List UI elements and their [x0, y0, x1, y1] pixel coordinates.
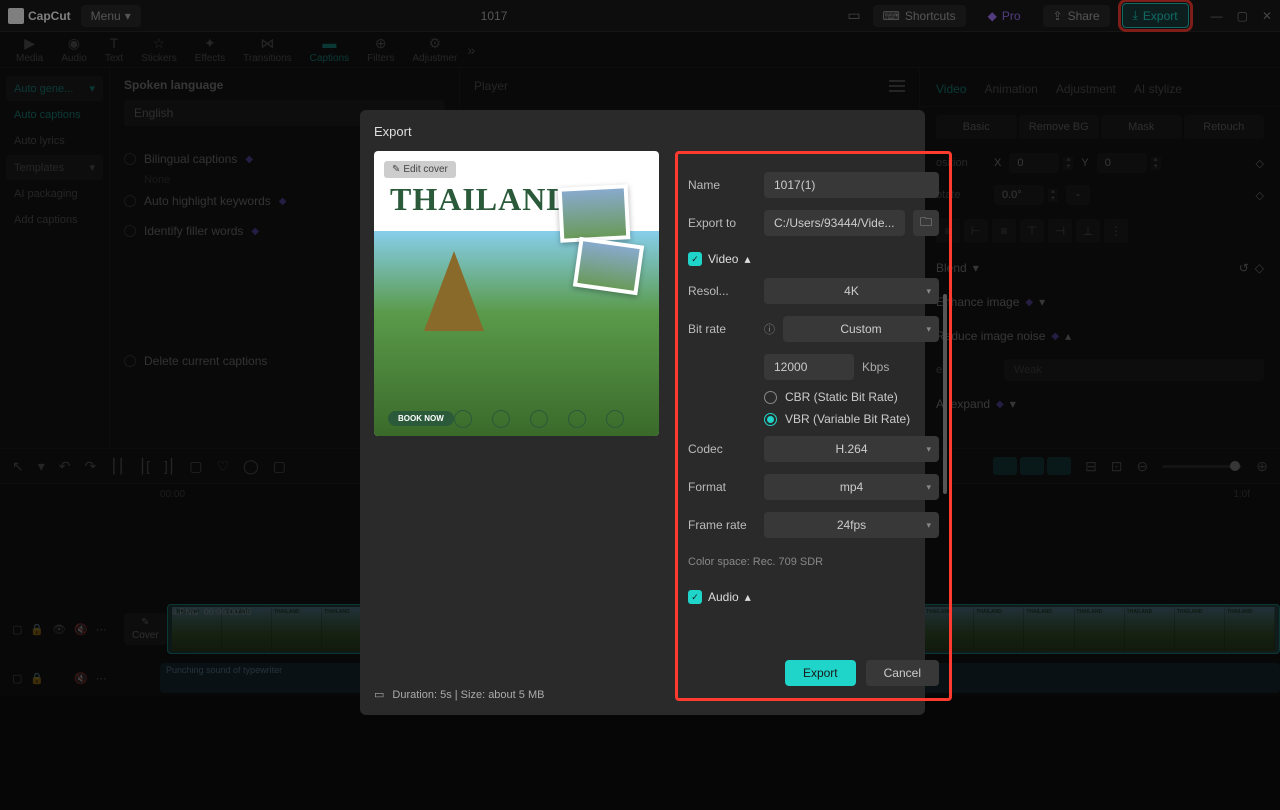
- modal-footer: Export Cancel: [688, 610, 939, 686]
- scrollbar[interactable]: [943, 294, 947, 494]
- export-modal: Export ✎Edit cover THAILAND BOOK NOW ▭ D…: [360, 110, 925, 715]
- export-confirm-button[interactable]: Export: [785, 660, 856, 686]
- resolution-select[interactable]: 4K: [764, 278, 939, 304]
- bitrate-input[interactable]: [764, 354, 854, 380]
- codec-row: Codec H.264: [688, 430, 939, 468]
- checkbox-checked-icon: ✓: [688, 590, 702, 604]
- video-section-toggle[interactable]: ✓ Video ▴: [688, 242, 939, 272]
- folder-button[interactable]: 🗀: [913, 210, 939, 236]
- name-row: Name: [688, 166, 939, 204]
- vbr-radio-row[interactable]: VBR (Variable Bit Rate): [688, 408, 939, 430]
- info-icon[interactable]: ⓘ: [764, 321, 775, 337]
- radio-checked-icon: [764, 413, 777, 426]
- cover-icons: [454, 410, 645, 428]
- film-icon: ▭: [374, 688, 384, 701]
- export-name-input[interactable]: [764, 172, 939, 198]
- framerate-row: Frame rate 24fps: [688, 506, 939, 544]
- cancel-button[interactable]: Cancel: [866, 660, 939, 686]
- cover-title: THAILAND: [390, 181, 570, 218]
- audio-section-toggle[interactable]: ✓ Audio ▴: [688, 580, 939, 610]
- radio-icon: [764, 391, 777, 404]
- bitrate-select[interactable]: Custom: [783, 316, 939, 342]
- book-now-badge: BOOK NOW: [388, 411, 454, 426]
- bitrate-row: Bit rate ⓘ Custom: [688, 310, 939, 348]
- export-path: C:/Users/93444/Vide...: [764, 210, 905, 236]
- polaroid-1: [558, 184, 631, 243]
- color-space-info: Color space: Rec. 709 SDR: [688, 544, 939, 580]
- pagoda-shape: [424, 251, 484, 331]
- folder-icon: 🗀: [920, 213, 932, 234]
- resolution-row: Resol... 4K: [688, 272, 939, 310]
- format-row: Format mp4: [688, 468, 939, 506]
- duration-info: ▭ Duration: 5s | Size: about 5 MB: [374, 508, 659, 701]
- format-select[interactable]: mp4: [764, 474, 939, 500]
- export-settings: Name Export to C:/Users/93444/Vide... 🗀 …: [675, 151, 952, 701]
- preview-column: ✎Edit cover THAILAND BOOK NOW ▭ Duration…: [374, 151, 659, 701]
- framerate-select[interactable]: 24fps: [764, 512, 939, 538]
- polaroid-2: [573, 237, 644, 296]
- chevron-up-icon: ▴: [744, 252, 750, 266]
- export-to-row: Export to C:/Users/93444/Vide... 🗀: [688, 204, 939, 242]
- bitrate-value-row: Kbps: [688, 348, 939, 386]
- checkbox-checked-icon: ✓: [688, 252, 702, 266]
- edit-cover-button[interactable]: ✎Edit cover: [384, 161, 456, 178]
- chevron-up-icon: ▴: [745, 590, 751, 604]
- pencil-icon: ✎: [392, 164, 400, 175]
- codec-select[interactable]: H.264: [764, 436, 939, 462]
- modal-title: Export: [374, 124, 925, 139]
- modal-body: ✎Edit cover THAILAND BOOK NOW ▭ Duration…: [374, 151, 925, 701]
- cbr-radio-row[interactable]: CBR (Static Bit Rate): [688, 386, 939, 408]
- cover-preview: ✎Edit cover THAILAND BOOK NOW: [374, 151, 659, 436]
